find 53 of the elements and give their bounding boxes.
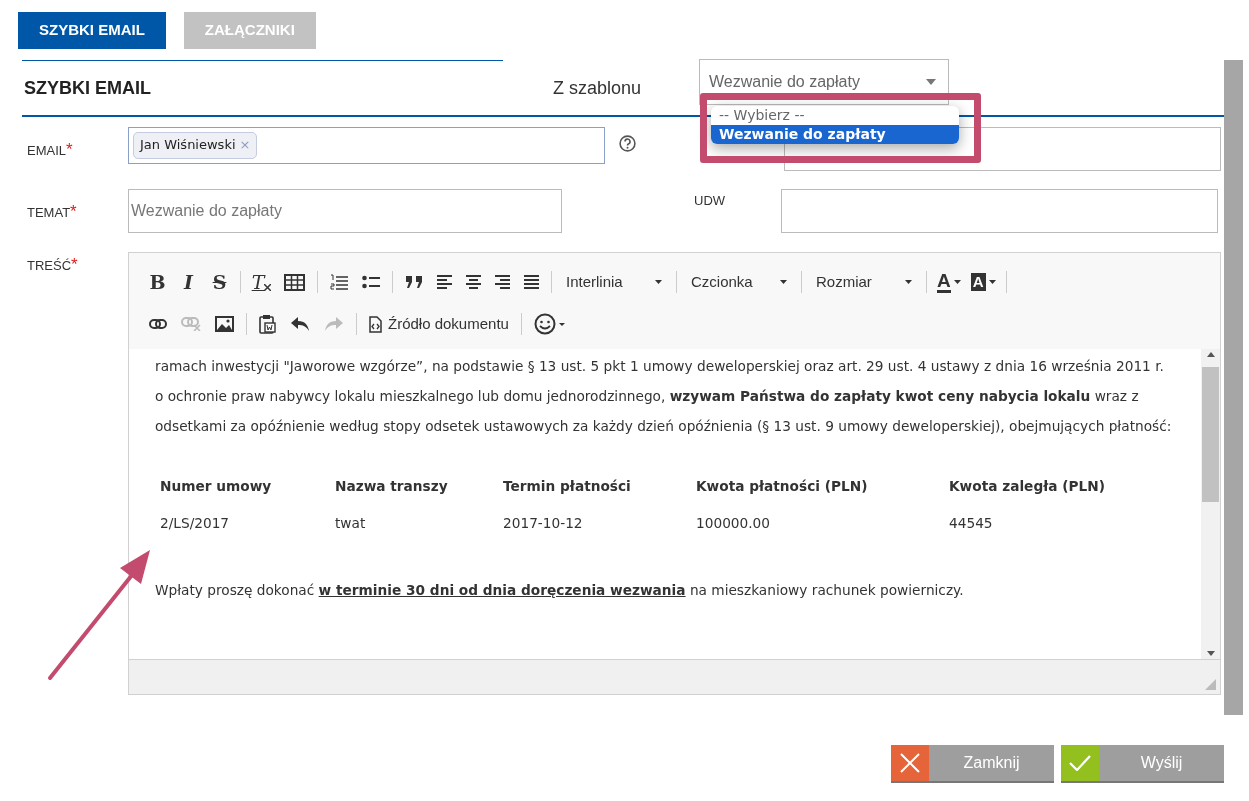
caret-icon [905, 280, 912, 284]
source-button[interactable]: Źródło dokumentu [363, 309, 515, 339]
format-dropdown[interactable]: Interlinia [558, 267, 670, 297]
field-label: Z szablonu [552, 76, 643, 100]
field-label: UDW [694, 192, 727, 210]
table-cell-text: 44545 [948, 513, 994, 533]
recipient-chip[interactable]: Jan Wiśniewski × [133, 132, 258, 159]
strikethrough-button[interactable]: S [205, 267, 234, 297]
scrollbar[interactable] [1201, 349, 1220, 659]
subject-field[interactable]: Wezwanie do zapłaty [128, 189, 562, 233]
email-field[interactable]: Jan Wiśniewski × [128, 127, 605, 164]
dropdown-option[interactable]: -- Wybierz -- [711, 106, 959, 125]
field-label: TEMAT* [27, 201, 78, 223]
column-header: Nazwa transzy [334, 476, 449, 496]
caret-icon [655, 280, 662, 284]
resize-handle-icon[interactable] [1205, 679, 1216, 690]
caret-icon [953, 280, 961, 284]
column-header: Termin płatności [502, 476, 632, 496]
table-cell-text: twat [334, 513, 367, 533]
help-icon[interactable] [619, 134, 636, 152]
background-color-button[interactable]: A [966, 267, 1000, 297]
close-icon [900, 753, 920, 773]
table-cell-text: 100000.00 [695, 513, 772, 533]
dropdown-caret-icon [926, 79, 936, 85]
template-select[interactable]: Wezwanie do zapłaty [699, 59, 949, 105]
text-color-button[interactable]: A [933, 267, 965, 297]
bcc-field[interactable] [781, 189, 1218, 233]
field-label: TREŚĆ* [27, 254, 79, 276]
table-cell-text: 2/LS/2017 [159, 513, 231, 533]
dropdown-option[interactable]: Wezwanie do zapłaty [711, 125, 959, 144]
bold-button[interactable]: B [143, 267, 172, 297]
field-label: EMAIL* [27, 139, 74, 161]
scrollbar[interactable] [1224, 60, 1243, 715]
cross-icon [264, 283, 272, 291]
checkmark-icon [1069, 755, 1091, 771]
table-cell-text: 2017-10-12 [502, 513, 584, 533]
tab[interactable]: SZYBKI EMAIL [18, 12, 166, 49]
section-title: SZYBKI EMAIL [23, 76, 152, 100]
column-header: Kwota zaległa (PLN) [948, 476, 1106, 496]
clear-format-button[interactable]: T [247, 267, 276, 297]
caret-icon [780, 280, 787, 284]
column-header: Numer umowy [159, 476, 273, 496]
code-file-icon [369, 315, 382, 333]
column-header: Kwota płatności (PLN) [695, 476, 869, 496]
body-paragraph: ramach inwestycji "Jaworowe wzgórze”, na podstawie § 13 ust. 5 pkt 1 umowy deweloperskiej oraz art. 29 ust. 4 ustawy z dnia 16 września 2011 r. o ochronie praw nabywcy lokalu mieszkalnego lub domu jednorodzinnego, wzywam Państwa do zapłaty kwot ceny nabycia lokalu wraz z odsetkami za opóźnienie według stopy odsetek ustawowych za każdy dzień opóźnienia (§ 13 ust. 9 umowy deweloperskiej), obejmujących płatność: [155, 357, 1173, 436]
italic-button[interactable]: I [174, 267, 203, 297]
caret-icon [988, 280, 996, 284]
format-dropdown[interactable]: Rozmiar [808, 267, 920, 297]
closing-paragraph: Wpłaty proszę dokonać w terminie 30 dni od dnia doręczenia wezwania na mieszkaniowy rachunek powierniczy. [155, 581, 965, 600]
format-dropdown[interactable]: Czcionka [683, 267, 795, 297]
deadline-link[interactable]: w terminie 30 dni od dnia doręczenia wezwania [318, 582, 686, 598]
scroll-down-icon[interactable] [1206, 651, 1215, 656]
scroll-up-icon[interactable] [1206, 352, 1215, 357]
